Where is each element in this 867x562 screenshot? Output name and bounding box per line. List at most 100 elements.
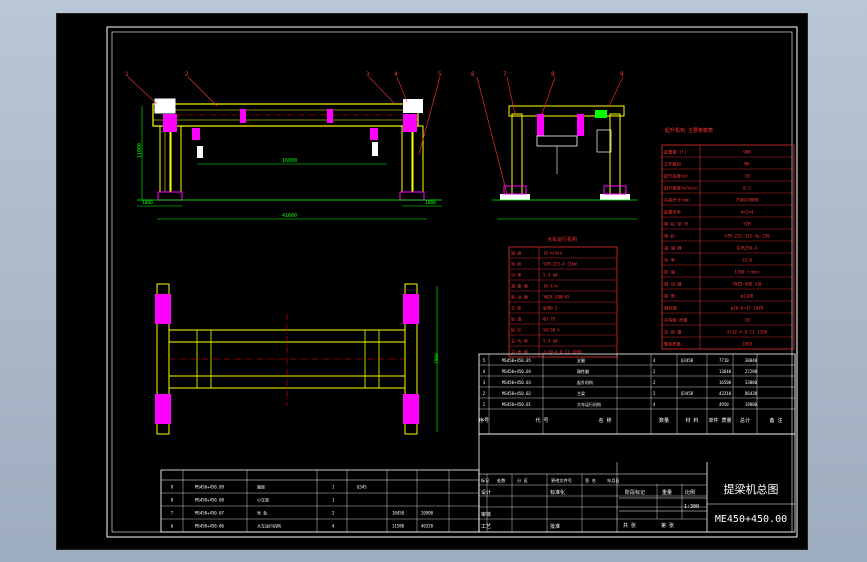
bom-upper-cell: 4: [653, 402, 656, 407]
bom-upper-cell: 43210: [719, 391, 732, 396]
bom-upper-cell: 2: [653, 380, 656, 385]
params-label: 吊钩组 质量: [664, 316, 687, 323]
bom-lower-cell: 1: [332, 484, 335, 489]
params-value: QJR250-A: [737, 245, 758, 250]
dim-plan-height: 7800: [434, 353, 440, 364]
bom-upper-cell: MS450+450.01: [502, 402, 531, 407]
params-value: YZR-225-315-4p-250: [724, 233, 770, 238]
bom-upper-cell: 13640: [719, 369, 732, 374]
drawing-title: 提梁机总图: [724, 482, 779, 496]
bom-upper-header: 序号: [479, 417, 489, 424]
title-block-label: 标记: [481, 477, 490, 484]
bom-upper-cell: 刚性腿: [577, 368, 589, 374]
side-elevation: [476, 76, 637, 220]
bom-upper-cell: Q345B: [681, 358, 694, 363]
inner-frame: [111, 31, 793, 533]
bom-lower-cell: 8: [171, 497, 174, 502]
params-label: 转 速: [664, 268, 676, 275]
title-block-label: 年月日: [607, 477, 620, 484]
bom-upper-cell: 支腿: [577, 357, 585, 363]
travel-label: 总 功 率: [511, 338, 528, 344]
params-value: 10: [744, 173, 750, 178]
callout-1: 1: [125, 71, 129, 78]
travel-label: 速 度: [511, 250, 521, 256]
drawing-sheet: 1 2 3 4 5 16000 41600 11000 1000 1000 6 …: [106, 26, 798, 538]
bom-lower-cell: 9: [171, 484, 174, 489]
bom-lower-cell: 10450: [392, 510, 405, 515]
bom-lower-cell: 7: [171, 510, 174, 515]
bom-upper-cell: MS450+450.05: [502, 358, 531, 363]
params-table: 起升机构 主要参数表 起重量 (t) 900 工作级别 M6 起升高度(m) 10 起升速度…: [661, 127, 795, 350]
dim-right: 1000: [425, 200, 436, 206]
callout-7: 7: [503, 71, 507, 78]
bom-lower-cell: MS450+450.06: [195, 523, 224, 528]
dim-left: 1000: [142, 200, 153, 206]
params-value: 900: [743, 149, 751, 154]
params-label: 整机质量: [664, 340, 681, 347]
bom-lower-cell: MS450+450.08: [195, 497, 224, 502]
label-review: 审核: [481, 511, 491, 518]
params-label: 起升速度(m/min): [664, 184, 698, 191]
bom-upper-cell: Q345B: [681, 391, 694, 396]
params-value: 7500×8000: [736, 197, 759, 202]
params-title: 起升机构 主要参数表: [665, 127, 713, 134]
travel-value: YZR-225-4 11kW: [543, 262, 577, 267]
cad-viewport[interactable]: 1 2 3 4 5 16000 41600 11000 1000 1000 6 …: [56, 13, 808, 550]
params-value: YWZ5-400 2台: [732, 280, 761, 287]
bom-lower-cell: 导 轨: [257, 509, 267, 515]
label-design: 设计: [481, 489, 491, 496]
label-scale: 比例: [685, 489, 695, 496]
dim-height: 11000: [137, 143, 143, 158]
params-label: 电 机 型 号: [664, 220, 688, 227]
params-label: 起升高度(m): [664, 172, 688, 179]
params-value: φ1100: [741, 293, 754, 298]
params-label: 钢丝绳: [664, 304, 677, 311]
label-approve: 批准: [550, 523, 560, 530]
callout-6: 6: [471, 71, 475, 78]
bom-lower-cell: 46320: [421, 523, 434, 528]
travel-table: 大车运行机构 速 度 10 m/min 电 机 YZR-225-4 11kW 功 率 5.…: [508, 236, 618, 358]
bom-upper-header: 单件 质量: [708, 417, 731, 424]
params-label: 制 动 器: [664, 280, 682, 287]
params-label: 起重量 (t): [664, 148, 687, 155]
label-weight: 重量: [662, 489, 672, 496]
sheets-total: 共 张: [623, 522, 636, 529]
params-label: 卷 筒: [664, 292, 675, 299]
bom-upper-cell: 主梁: [577, 390, 585, 396]
title-block-label: 处数: [497, 477, 506, 484]
params-label: 工作级别: [664, 160, 681, 167]
bom-upper-cell: 30840: [745, 358, 758, 363]
bom-upper-cell: 4950: [719, 402, 729, 407]
params-value: φ20-6×37-1670: [731, 305, 764, 310]
params-label: 电 机: [664, 232, 676, 239]
callout-4: 4: [394, 71, 398, 78]
bom-lower-cell: 4: [332, 523, 335, 528]
bom-lower-cell: 1: [332, 497, 335, 502]
travel-value: 50/30 t: [543, 328, 560, 333]
dim-span: 16000: [282, 158, 297, 164]
params-value: 1200 r/min: [734, 269, 760, 274]
travel-value: 5.5 kW: [543, 339, 558, 344]
bom-upper-cell: MS450+450.04: [502, 369, 531, 374]
travel-value: 5.5 kW: [543, 273, 558, 278]
title-block-label: 更改文件号: [551, 477, 572, 484]
bom-lower-cell: 20900: [421, 510, 434, 515]
bom-upper-cell: 2: [653, 369, 656, 374]
side-callouts: 6 7 8 9: [471, 71, 624, 78]
bom-upper-header: 材 料: [685, 417, 698, 424]
travel-value: 10 m/min: [543, 251, 563, 256]
travel-label: 轮 压: [511, 327, 521, 333]
params-label: 总 质 量: [664, 328, 682, 335]
bom-upper-cell: MS450+450.02: [502, 391, 531, 396]
bom-lower: 9 MS450+450.09 端梁 1 Q345 8 MS450+450.08 小车架 1 7 MS…: [160, 469, 480, 533]
travel-label: 功 率: [511, 272, 521, 278]
bom-upper-cell: 起升机构: [577, 379, 593, 385]
params-value: m=2×4: [741, 209, 754, 214]
plan-view: [155, 283, 438, 435]
drawing-number: ME450+450.00: [715, 514, 787, 525]
travel-label: 制 动 器: [511, 294, 528, 300]
travel-label: 电 机: [511, 261, 521, 267]
bom-upper-cell: 3: [483, 380, 486, 385]
bom-upper-cell: 大车运行机构: [577, 401, 601, 407]
params-value: 10: [744, 317, 750, 322]
